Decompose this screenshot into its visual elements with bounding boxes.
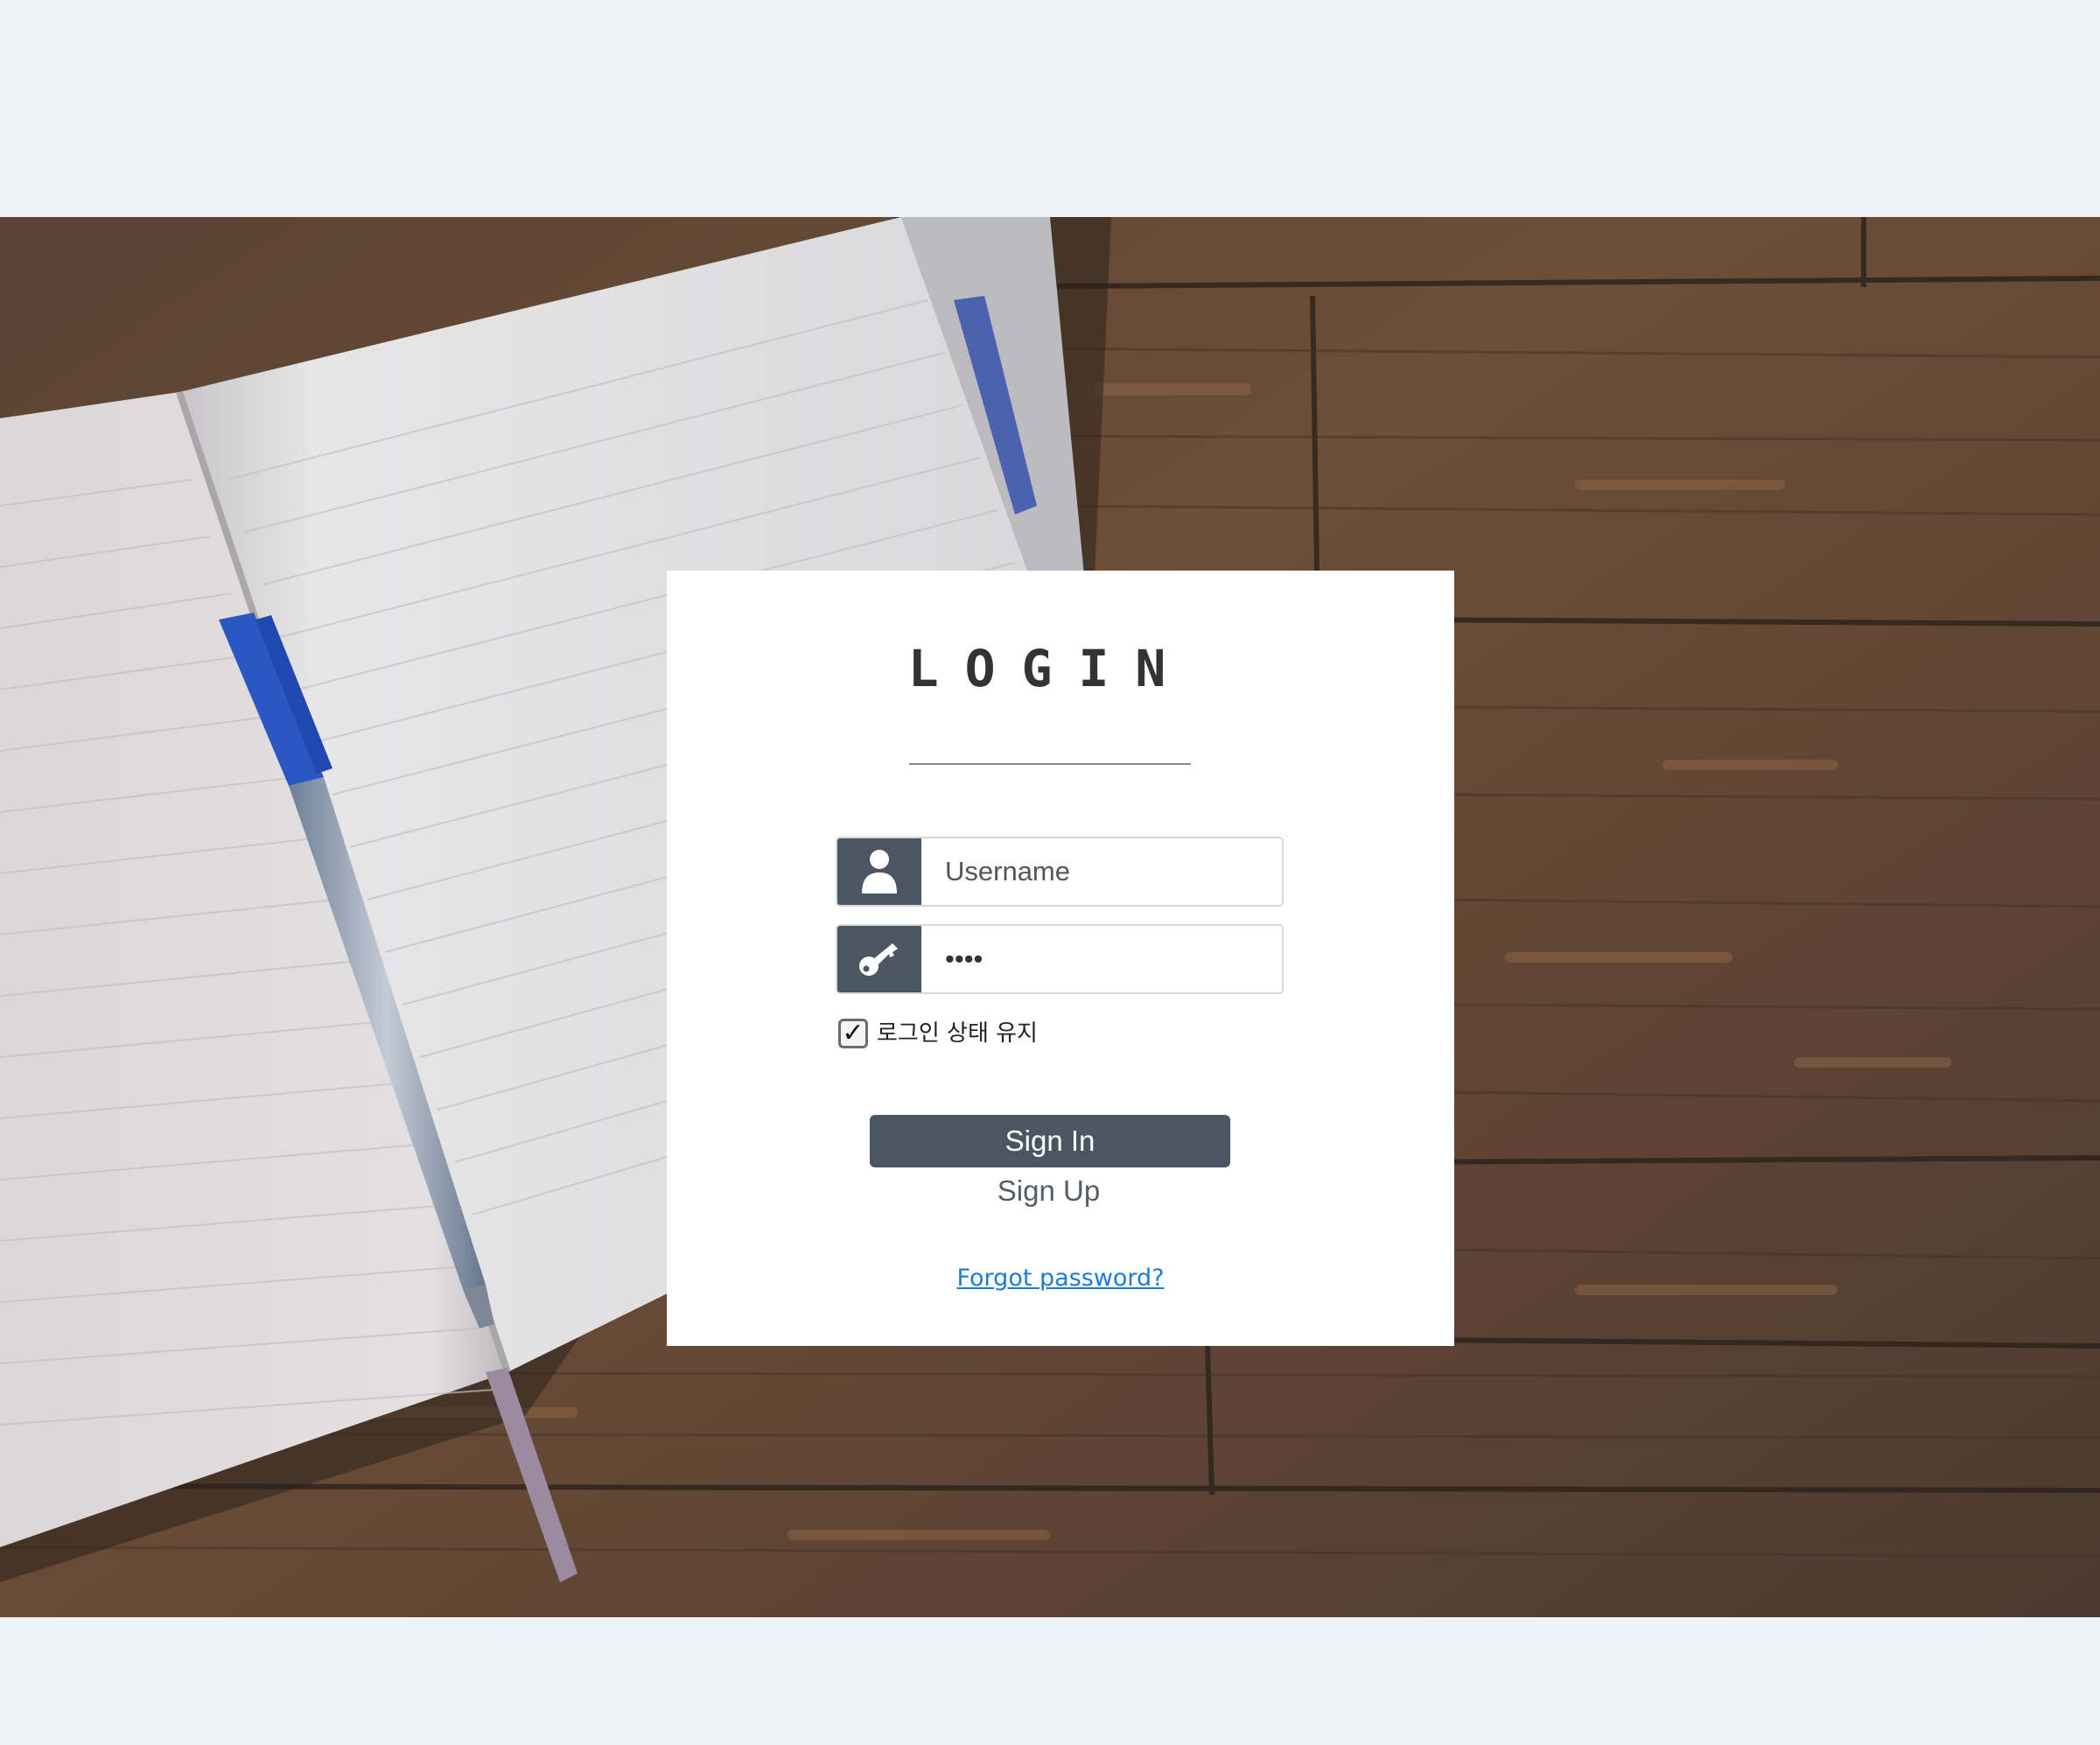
login-title: LOGIN [907, 639, 1193, 698]
password-input[interactable] [921, 926, 1282, 992]
remember-checkbox[interactable]: ✓ [838, 1019, 868, 1048]
sign-in-button[interactable]: Sign In [870, 1115, 1230, 1167]
remember-me[interactable]: ✓ 로그인 상태 유지 [838, 1013, 1038, 1048]
login-page: LOGIN ✓ 로그인 상태 유지 Sign In Sign Up Forgot… [0, 0, 2100, 1745]
key-icon [837, 926, 921, 992]
sign-up-link[interactable]: Sign Up [0, 1174, 2097, 1208]
username-field[interactable] [836, 837, 1284, 907]
forgot-password-link[interactable]: Forgot password? [0, 1265, 2100, 1292]
user-icon [837, 838, 921, 905]
username-input[interactable] [921, 838, 1282, 905]
password-field[interactable] [836, 924, 1284, 994]
remember-label: 로그인 상태 유지 [877, 1020, 1038, 1047]
title-divider [909, 763, 1191, 765]
